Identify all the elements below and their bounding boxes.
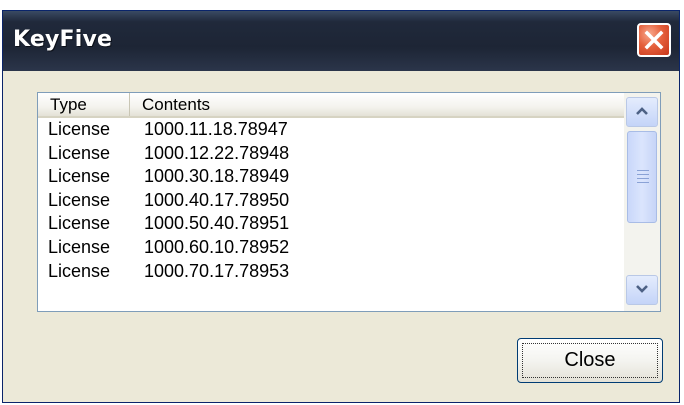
close-button-label: Close bbox=[564, 349, 616, 371]
list-header: Type Contents bbox=[38, 93, 624, 118]
list-item[interactable]: License 1000.50.40.78951 bbox=[38, 212, 624, 236]
item-contents: 1000.11.18.78947 bbox=[144, 119, 288, 139]
vertical-scrollbar[interactable] bbox=[624, 93, 660, 311]
chevron-up-icon bbox=[635, 103, 649, 121]
scroll-down-button[interactable] bbox=[626, 275, 658, 305]
list-item[interactable]: License 1000.30.18.78949 bbox=[38, 165, 624, 189]
list-item[interactable]: License 1000.11.18.78947 bbox=[38, 118, 624, 142]
item-type: License bbox=[48, 236, 111, 257]
item-contents: 1000.50.40.78951 bbox=[144, 213, 290, 234]
item-type: License bbox=[48, 166, 111, 187]
item-type: License bbox=[48, 260, 111, 281]
scroll-up-button[interactable] bbox=[626, 97, 658, 127]
close-button[interactable]: Close bbox=[517, 338, 663, 383]
close-icon bbox=[644, 30, 664, 50]
license-list[interactable]: Type Contents License 1000.11.18.78947 L… bbox=[37, 92, 661, 312]
list-item[interactable]: License 1000.70.17.78953 bbox=[38, 260, 624, 284]
item-contents: 1000.60.10.78952 bbox=[144, 236, 290, 257]
item-contents: 1000.12.22.78948 bbox=[144, 142, 290, 163]
title-close-button[interactable] bbox=[637, 23, 671, 57]
list-item[interactable]: License 1000.40.17.78950 bbox=[38, 189, 624, 213]
item-contents: 1000.40.17.78950 bbox=[144, 189, 290, 210]
grip-line bbox=[637, 182, 649, 183]
list-item[interactable]: License 1000.60.10.78952 bbox=[38, 236, 624, 260]
item-type: License bbox=[48, 119, 111, 139]
keyfive-dialog: KeyFive Type Contents License 1000.11.18… bbox=[2, 10, 680, 403]
grip-line bbox=[637, 170, 649, 171]
grip-line bbox=[637, 174, 649, 175]
title-bar[interactable]: KeyFive bbox=[3, 11, 679, 71]
item-contents: 1000.70.17.78953 bbox=[144, 260, 290, 281]
column-header-type[interactable]: Type bbox=[38, 93, 130, 116]
window-title: KeyFive bbox=[13, 27, 113, 52]
column-header-contents[interactable]: Contents bbox=[130, 93, 624, 116]
item-type: License bbox=[48, 213, 111, 234]
item-type: License bbox=[48, 189, 111, 210]
grip-line bbox=[637, 178, 649, 179]
list-item[interactable]: License 1000.12.22.78948 bbox=[38, 142, 624, 166]
chevron-down-icon bbox=[635, 281, 649, 299]
list-body: License 1000.11.18.78947 License 1000.12… bbox=[38, 118, 624, 311]
item-contents: 1000.30.18.78949 bbox=[144, 166, 290, 187]
item-type: License bbox=[48, 142, 111, 163]
scrollbar-thumb[interactable] bbox=[627, 131, 657, 223]
